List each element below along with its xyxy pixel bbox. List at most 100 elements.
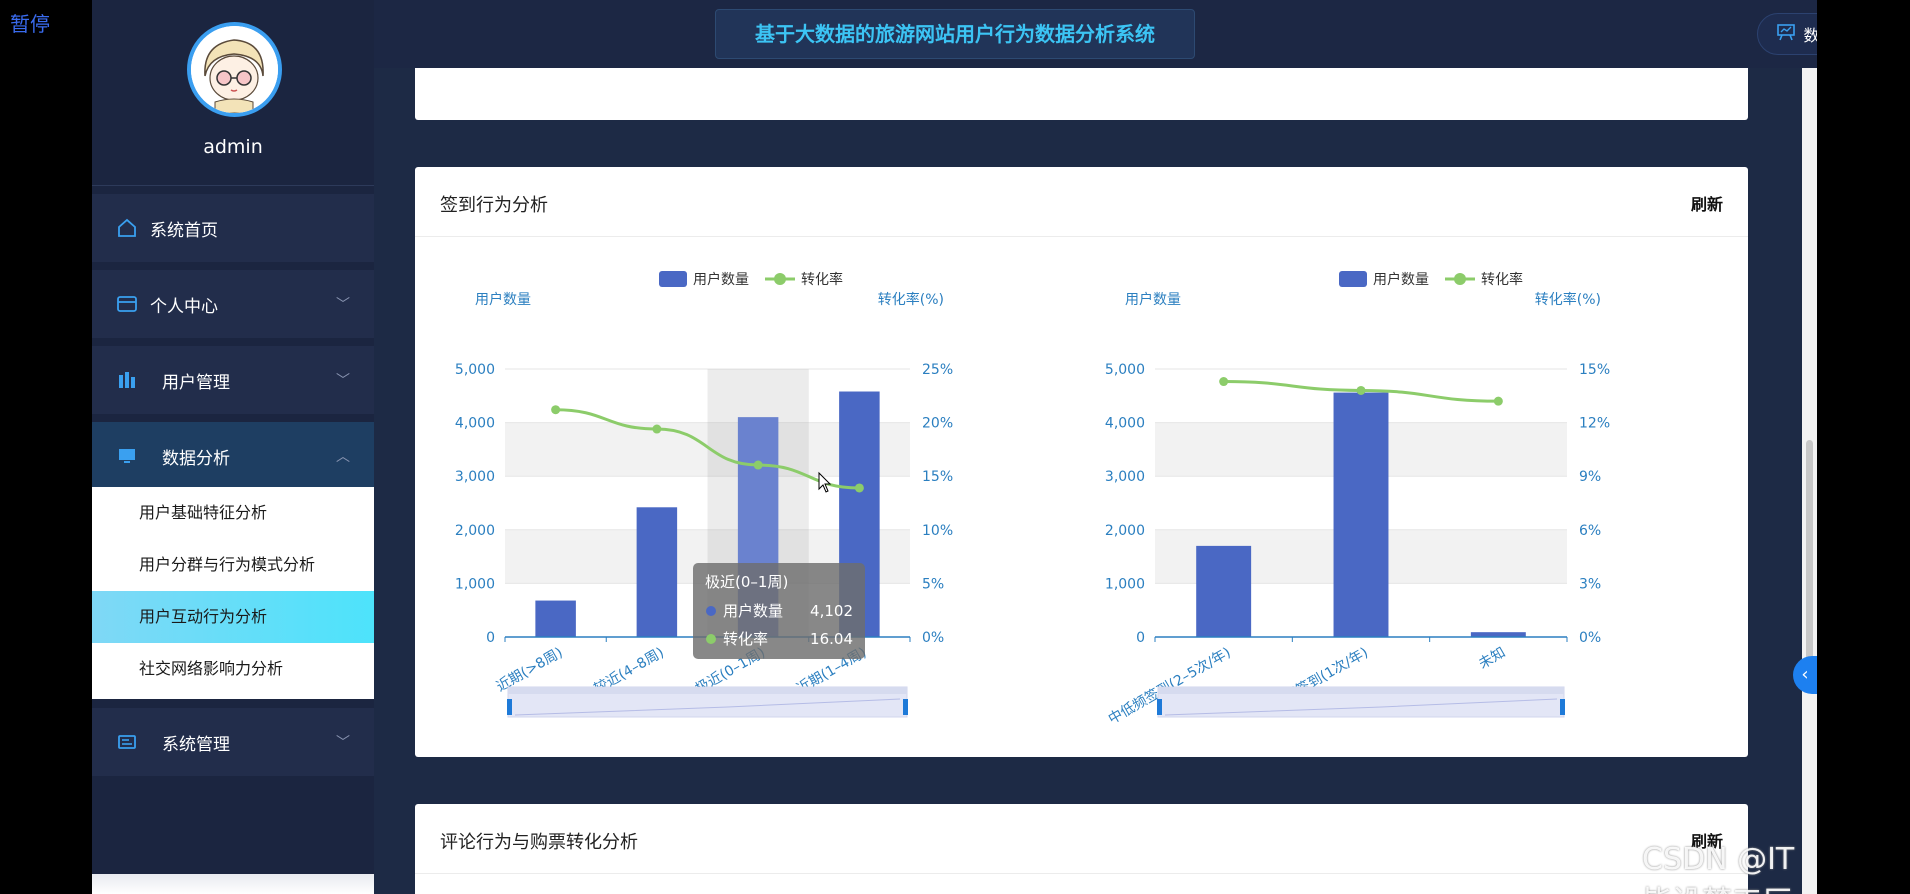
- zoom-slider-handle-left: [507, 699, 512, 715]
- y-tick-label: 4,000: [1105, 416, 1145, 432]
- submenu-data-analysis: 用户基础特征分析 用户分群与行为模式分析 用户互动行为分析 社交网络影响力分析: [92, 487, 374, 699]
- checkin-analysis-card: 签到行为分析 刷新 用户数量 转化率 用户数量 转化率(%) 0 1,000 2,000 3,…: [415, 167, 1748, 757]
- legend-label: 转化率: [801, 271, 843, 288]
- legend-swatch-bar: [1339, 271, 1367, 287]
- top-bar: 基于大数据的旅游网站用户行为数据分析系统 数据看板 admin: [374, 0, 1817, 68]
- tooltip-label: 用户数量: [723, 602, 783, 620]
- screen: 暂停 admin 系统首页 个人中心 ﹀ 用户管理 ﹀ 数据分析 ︿ 用户基础特…: [0, 0, 1910, 894]
- main-content: 签到行为分析 刷新 用户数量 转化率 用户数量 转化率(%) 0 1,000 2,000 3,…: [374, 68, 1787, 894]
- y2-tick-label: 9%: [1579, 469, 1601, 485]
- line-point: [854, 483, 864, 493]
- y2-tick-label: 15%: [1579, 362, 1610, 378]
- refresh-button[interactable]: 刷新: [1691, 191, 1723, 215]
- y-tick-label: 3,000: [455, 469, 495, 485]
- y2-tick-label: 5%: [922, 576, 944, 592]
- watermark: CSDN @IT毕设梦工厂: [1642, 842, 1795, 894]
- system-title: 基于大数据的旅游网站用户行为数据分析系统: [715, 9, 1195, 59]
- menu-item-personal[interactable]: 个人中心 ﹀: [92, 270, 374, 338]
- x-tick-label: 未知: [1476, 644, 1509, 673]
- menu-item-home[interactable]: 系统首页: [92, 194, 374, 262]
- avatar[interactable]: [187, 22, 282, 117]
- y-tick-label: 4,000: [455, 416, 495, 432]
- sidebar-username: admin: [203, 136, 263, 158]
- scrollbar-thumb[interactable]: [1806, 440, 1813, 690]
- menu-item-data-analysis[interactable]: 数据分析 ︿: [92, 422, 374, 490]
- y2-axis-title: 转化率(%): [1535, 291, 1601, 308]
- chevron-down-icon: ﹀: [336, 735, 350, 751]
- y-tick-label: 2,000: [1105, 523, 1145, 539]
- submenu-item-segmentation[interactable]: 用户分群与行为模式分析: [92, 539, 374, 591]
- menu-label: 用户管理: [162, 372, 230, 393]
- legend-label: 用户数量: [693, 271, 749, 288]
- menu-item-user-management[interactable]: 用户管理 ﹀: [92, 346, 374, 414]
- menu-label: 数据分析: [162, 448, 230, 469]
- tooltip-marker: [706, 634, 716, 644]
- chart-frequency[interactable]: 用户数量 转化率用户数量 转化率(%)01,0002,0003,0004,0005,…: [1055, 237, 1745, 757]
- y-tick-label: 1,000: [455, 576, 495, 592]
- y2-tick-label: 3%: [1579, 576, 1601, 592]
- chart-tooltip: 极近(0–1周) 用户数量 4,102 转化率 16.04: [693, 563, 865, 659]
- y2-tick-label: 0%: [922, 630, 944, 646]
- y-axis-title: 用户数量: [1125, 291, 1181, 308]
- y-tick-label: 5,000: [1105, 362, 1145, 378]
- card-header: 评论行为与购票转化分析 刷新: [415, 804, 1748, 874]
- chevron-down-icon: ﹀: [336, 297, 350, 313]
- submenu-item-interaction[interactable]: 用户互动行为分析: [92, 591, 374, 643]
- line-point: [1219, 377, 1229, 387]
- zoom-slider-handle-right: [903, 699, 908, 715]
- y-tick-label: 2,000: [455, 523, 495, 539]
- chevron-up-icon: ︿: [336, 449, 350, 465]
- legend-dot: [1454, 273, 1466, 285]
- card-title: 评论行为与购票转化分析: [440, 832, 638, 853]
- menu-item-system-management[interactable]: 系统管理 ﹀: [92, 708, 374, 776]
- y-tick-label: 1,000: [1105, 576, 1145, 592]
- bar: [1333, 392, 1389, 637]
- dashboard-button[interactable]: 数据看板: [1757, 13, 1817, 55]
- bar: [636, 507, 678, 637]
- presentation-board-icon: [1777, 23, 1796, 45]
- avatar-illustration: [191, 26, 278, 113]
- tooltip-value: 16.04: [810, 630, 853, 648]
- y2-tick-label: 6%: [1579, 523, 1601, 539]
- panel-icon: [116, 732, 138, 752]
- zoom-slider-handle-right: [1560, 699, 1565, 715]
- submenu-item-basic-features[interactable]: 用户基础特征分析: [92, 487, 374, 539]
- line-point: [551, 405, 561, 415]
- previous-card: [415, 68, 1748, 120]
- legend-label: 转化率: [1481, 271, 1523, 288]
- submenu-item-social-influence[interactable]: 社交网络影响力分析: [92, 643, 374, 695]
- chart-bars-icon: [116, 370, 138, 390]
- line-point: [652, 424, 662, 434]
- monitor-icon: [116, 446, 138, 466]
- menu-label: 系统管理: [162, 734, 230, 755]
- card-icon: [116, 294, 138, 314]
- zoom-slider-top: [508, 687, 907, 694]
- legend-swatch-bar: [659, 271, 687, 287]
- y2-axis-title: 转化率(%): [878, 291, 944, 308]
- dashboard-button-label: 数据看板: [1803, 26, 1817, 45]
- y-tick-label: 3,000: [1105, 469, 1145, 485]
- menu-label: 系统首页: [150, 220, 218, 241]
- y2-tick-label: 12%: [1579, 416, 1610, 432]
- y2-tick-label: 15%: [922, 469, 953, 485]
- zoom-slider-handle-left: [1157, 699, 1162, 715]
- tooltip-value: 4,102: [810, 602, 853, 620]
- line-point: [1356, 385, 1366, 395]
- y-tick-label: 0: [1136, 630, 1145, 646]
- line-point: [1493, 396, 1503, 406]
- tooltip-label: 转化率: [723, 630, 768, 648]
- chart-recency[interactable]: 用户数量 转化率用户数量 转化率(%)01,0002,0003,0004,0005,…: [415, 237, 1055, 757]
- y2-tick-label: 25%: [922, 362, 953, 378]
- card-header: 签到行为分析 刷新: [415, 167, 1748, 237]
- sidebar: admin 系统首页 个人中心 ﹀ 用户管理 ﹀ 数据分析 ︿ 用户基础特征分析…: [92, 0, 374, 894]
- bar: [535, 600, 576, 637]
- tooltip-title: 极近(0–1周): [705, 573, 788, 591]
- pause-label[interactable]: 暂停: [10, 8, 50, 37]
- card-title: 签到行为分析: [440, 195, 548, 216]
- legend-label: 用户数量: [1373, 271, 1429, 288]
- sidebar-bottom-fade: [92, 874, 374, 894]
- chevron-down-icon: ﹀: [336, 373, 350, 389]
- comment-conversion-card: 评论行为与购票转化分析 刷新: [415, 804, 1748, 894]
- app-window: admin 系统首页 个人中心 ﹀ 用户管理 ﹀ 数据分析 ︿ 用户基础特征分析…: [92, 0, 1817, 894]
- collapse-panel-button[interactable]: ‹: [1793, 656, 1817, 694]
